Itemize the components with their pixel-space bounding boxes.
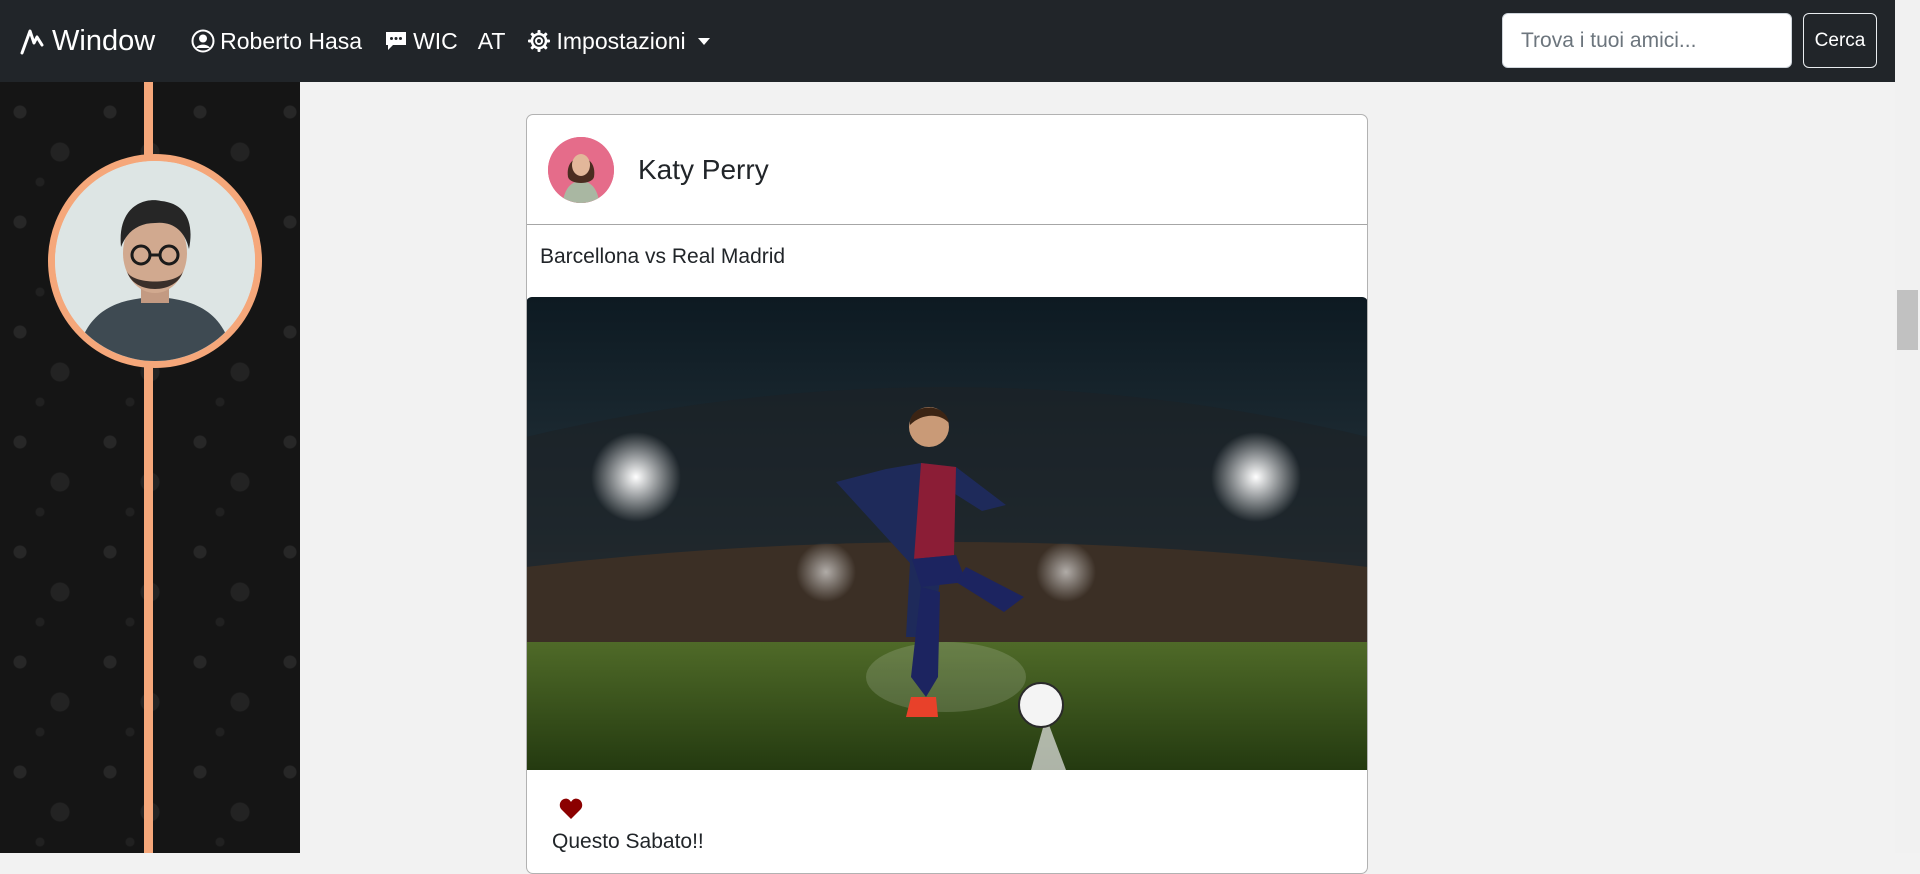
search-button[interactable]: Cerca <box>1803 13 1877 68</box>
nav-chat-label: WIC <box>413 27 458 54</box>
post-actions <box>527 770 1367 830</box>
user-circle-icon <box>191 29 215 53</box>
post-author-name[interactable]: Katy Perry <box>638 154 769 186</box>
activity-icon <box>20 29 44 55</box>
nav-at-link[interactable]: AT <box>478 28 506 55</box>
caret-down-icon <box>697 37 710 45</box>
post-header: Katy Perry <box>527 115 1367 225</box>
top-navbar: Window Roberto Hasa WIC AT Impostazioni … <box>0 0 1895 82</box>
profile-sidebar <box>0 82 300 853</box>
nav-profile-link[interactable]: Roberto Hasa <box>191 28 362 55</box>
heart-icon[interactable] <box>559 798 583 819</box>
post-caption: Questo Sabato!! <box>552 830 704 853</box>
user-avatar-picture <box>55 161 255 361</box>
gear-icon <box>528 30 551 52</box>
nav-chat-link[interactable]: WIC <box>384 28 458 55</box>
author-avatar-picture <box>548 136 614 203</box>
nav-at-label: AT <box>477 27 506 54</box>
post-image[interactable] <box>527 297 1367 770</box>
post-card: Katy Perry Barcellona vs Real Madrid Que… <box>526 114 1368 874</box>
brand-link[interactable]: Window <box>20 25 155 58</box>
friend-search-input[interactable] <box>1502 13 1792 68</box>
author-avatar[interactable] <box>548 136 614 203</box>
post-image-picture <box>527 297 1367 770</box>
chat-dots-icon <box>386 32 407 50</box>
scrollbar-thumb[interactable] <box>1897 290 1918 350</box>
nav-profile-label: Roberto Hasa <box>220 27 363 54</box>
settings-label: Impostazioni <box>556 27 686 54</box>
brand-label: Window <box>52 24 156 57</box>
settings-dropdown[interactable]: Impostazioni <box>527 27 710 55</box>
post-title: Barcellona vs Real Madrid <box>540 245 786 268</box>
user-avatar[interactable] <box>48 154 262 368</box>
page-scrollbar[interactable] <box>1895 0 1920 853</box>
